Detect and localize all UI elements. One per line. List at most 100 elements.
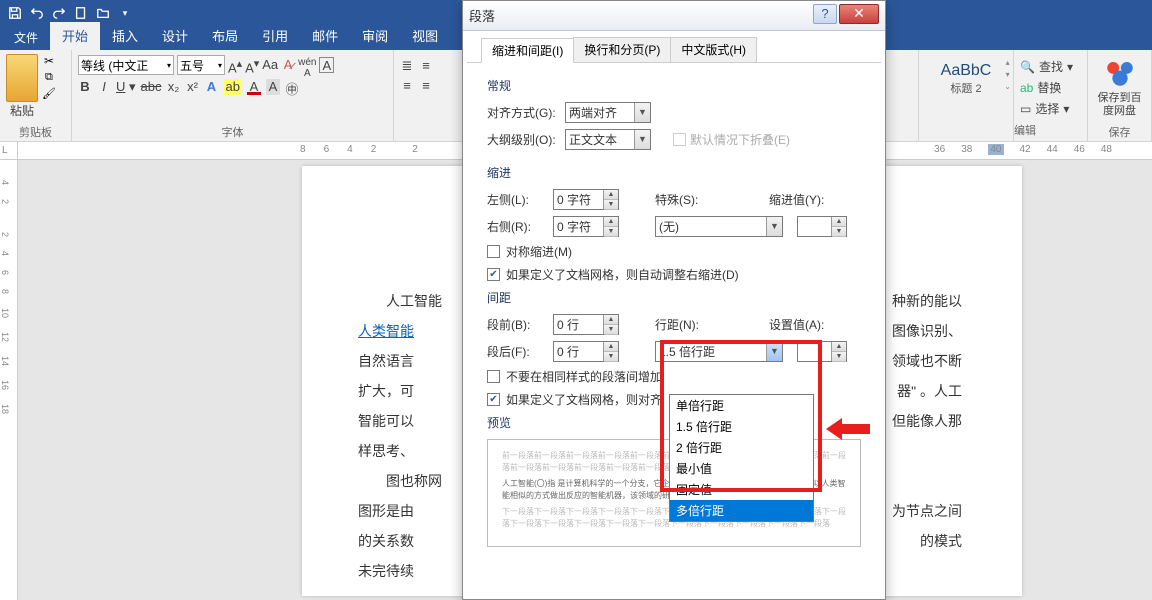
- collapse-checkbox: [673, 133, 686, 146]
- setvalue-label: 设置值(A):: [769, 316, 824, 333]
- copy-icon[interactable]: ⧉: [42, 71, 56, 84]
- mirror-indent-label: 对称缩进(M): [506, 243, 572, 260]
- tab-layout[interactable]: 布局: [200, 22, 250, 50]
- save-cloud-label: 保存到百度网盘: [1094, 92, 1145, 118]
- paste-label: 粘贴: [6, 102, 38, 119]
- hyperlink[interactable]: 人类智能: [358, 323, 414, 339]
- replace-button[interactable]: ab替换: [1020, 77, 1081, 98]
- font-group: 等线 (中文正▾ 五号▾ A▴ A▾ Aa A̷ wénA A B I U ▾ …: [72, 50, 394, 142]
- format-painter-icon[interactable]: 🖌: [42, 87, 56, 100]
- tab-review[interactable]: 审阅: [350, 22, 400, 50]
- superscript-button[interactable]: x²: [186, 79, 200, 95]
- numbering-icon[interactable]: ≡: [419, 58, 433, 74]
- underline-button[interactable]: U ▾: [116, 79, 136, 95]
- login-link[interactable]: 登录: [1122, 4, 1148, 23]
- text-effect-icon[interactable]: A: [205, 79, 219, 95]
- bullets-icon[interactable]: ≣: [400, 58, 414, 74]
- char-border-icon[interactable]: A: [319, 57, 334, 73]
- annotation-arrow-icon: [826, 418, 870, 440]
- outline-combo[interactable]: 正文文本▼: [565, 129, 651, 150]
- chevron-down-icon: ▼: [634, 103, 650, 122]
- vertical-ruler[interactable]: 4224681012141618: [0, 160, 18, 600]
- tab-indent-spacing[interactable]: 缩进和间距(I): [481, 38, 574, 63]
- tab-mailings[interactable]: 邮件: [300, 22, 350, 50]
- linespacing-label: 行距(N):: [655, 316, 713, 333]
- tab-line-page-breaks[interactable]: 换行和分页(P): [573, 37, 671, 62]
- no-space-same-style-checkbox[interactable]: [487, 370, 500, 383]
- font-name-select[interactable]: 等线 (中文正▾: [78, 55, 174, 75]
- save-cloud-group: 保存到百度网盘 保存: [1088, 50, 1152, 142]
- styles-group: AaBbC 标题 2 ▴ ▾ ⌄: [918, 50, 1014, 142]
- option-multiple[interactable]: 多倍行距: [670, 500, 813, 521]
- section-indent: 缩进: [487, 164, 861, 181]
- mirror-indent-checkbox[interactable]: [487, 245, 500, 258]
- clipboard-group: 粘贴 ✂ ⧉ 🖌 剪贴板: [0, 50, 72, 142]
- close-button[interactable]: ✕: [839, 4, 879, 24]
- bold-button[interactable]: B: [78, 79, 92, 95]
- change-case-icon[interactable]: Aa: [262, 57, 278, 73]
- save-icon[interactable]: [4, 3, 26, 23]
- paste-button[interactable]: [6, 54, 38, 102]
- highlight-icon[interactable]: ab: [224, 79, 242, 95]
- snap-to-grid-checkbox[interactable]: ✔: [487, 393, 500, 406]
- chevron-down-icon: ▼: [766, 217, 782, 236]
- indent-value-input[interactable]: ▲▼: [797, 216, 847, 237]
- tab-references[interactable]: 引用: [250, 22, 300, 50]
- special-combo[interactable]: (无)▼: [655, 216, 783, 237]
- font-size-select[interactable]: 五号▾: [177, 55, 225, 75]
- strike-button[interactable]: abc: [141, 79, 162, 95]
- outline-label: 大纲级别(O):: [487, 131, 559, 148]
- space-after-input[interactable]: 0 行▲▼: [553, 341, 619, 362]
- grow-font-icon[interactable]: A▴: [228, 57, 242, 73]
- space-before-input[interactable]: 0 行▲▼: [553, 314, 619, 335]
- shrink-font-icon[interactable]: A▾: [245, 57, 259, 73]
- font-group-label: 字体: [72, 124, 393, 140]
- undo-icon[interactable]: [26, 3, 48, 23]
- cut-icon[interactable]: ✂: [42, 54, 56, 68]
- align-left-icon[interactable]: ≡: [400, 78, 414, 94]
- paragraph-dialog: 段落 ? ✕ 缩进和间距(I) 换行和分页(P) 中文版式(H) 常规 对齐方式…: [462, 0, 886, 600]
- find-button[interactable]: 🔍查找 ▾: [1020, 56, 1081, 77]
- styles-more-icon[interactable]: ⌄: [1004, 82, 1011, 91]
- redo-icon[interactable]: [48, 3, 70, 23]
- after-label: 段后(F):: [487, 343, 547, 360]
- styles-up-icon[interactable]: ▴: [1004, 58, 1011, 67]
- chevron-down-icon: ▼: [634, 130, 650, 149]
- tab-asian-typography[interactable]: 中文版式(H): [670, 37, 757, 62]
- clipboard-label: 剪贴板: [0, 124, 71, 140]
- left-indent-input[interactable]: 0 字符▲▼: [553, 189, 619, 210]
- subscript-button[interactable]: x₂: [167, 79, 181, 95]
- tab-design[interactable]: 设计: [150, 22, 200, 50]
- clear-format-icon[interactable]: A̷: [281, 57, 295, 73]
- collapse-label: 默认情况下折叠(E): [690, 131, 790, 148]
- style-heading2[interactable]: AaBbC 标题 2: [932, 52, 1000, 106]
- phonetic-icon[interactable]: wénA: [298, 57, 316, 73]
- indentval-label: 缩进值(Y):: [769, 191, 824, 208]
- enclose-icon[interactable]: ㊥: [285, 79, 299, 95]
- select-button[interactable]: ▭选择 ▾: [1020, 98, 1081, 119]
- align-center-icon[interactable]: ≡: [419, 78, 433, 94]
- tab-file[interactable]: 文件: [2, 25, 50, 50]
- open-icon[interactable]: [92, 3, 114, 23]
- dialog-titlebar[interactable]: 段落 ? ✕: [463, 1, 885, 31]
- right-indent-input[interactable]: 0 字符▲▼: [553, 216, 619, 237]
- alignment-combo[interactable]: 两端对齐▼: [565, 102, 651, 123]
- section-general: 常规: [487, 77, 861, 94]
- edit-label: 编辑: [1014, 120, 1087, 140]
- before-label: 段前(B):: [487, 316, 547, 333]
- cursor-icon: ▭: [1020, 102, 1031, 116]
- tab-home[interactable]: 开始: [50, 22, 100, 50]
- help-button[interactable]: ?: [813, 4, 837, 24]
- tab-insert[interactable]: 插入: [100, 22, 150, 50]
- baidu-cloud-icon[interactable]: [1103, 56, 1137, 90]
- char-shading-icon[interactable]: A: [266, 79, 280, 95]
- new-icon[interactable]: [70, 3, 92, 23]
- font-color-icon[interactable]: A: [247, 79, 261, 95]
- styles-down-icon[interactable]: ▾: [1004, 70, 1011, 79]
- tab-view[interactable]: 视图: [400, 22, 450, 50]
- auto-adjust-checkbox[interactable]: ✔: [487, 268, 500, 281]
- italic-button[interactable]: I: [97, 79, 111, 95]
- qat-dropdown-icon[interactable]: ▾: [114, 3, 136, 23]
- auto-adjust-label: 如果定义了文档网格，则自动调整右缩进(D): [506, 266, 739, 283]
- dialog-tabs: 缩进和间距(I) 换行和分页(P) 中文版式(H): [467, 31, 881, 63]
